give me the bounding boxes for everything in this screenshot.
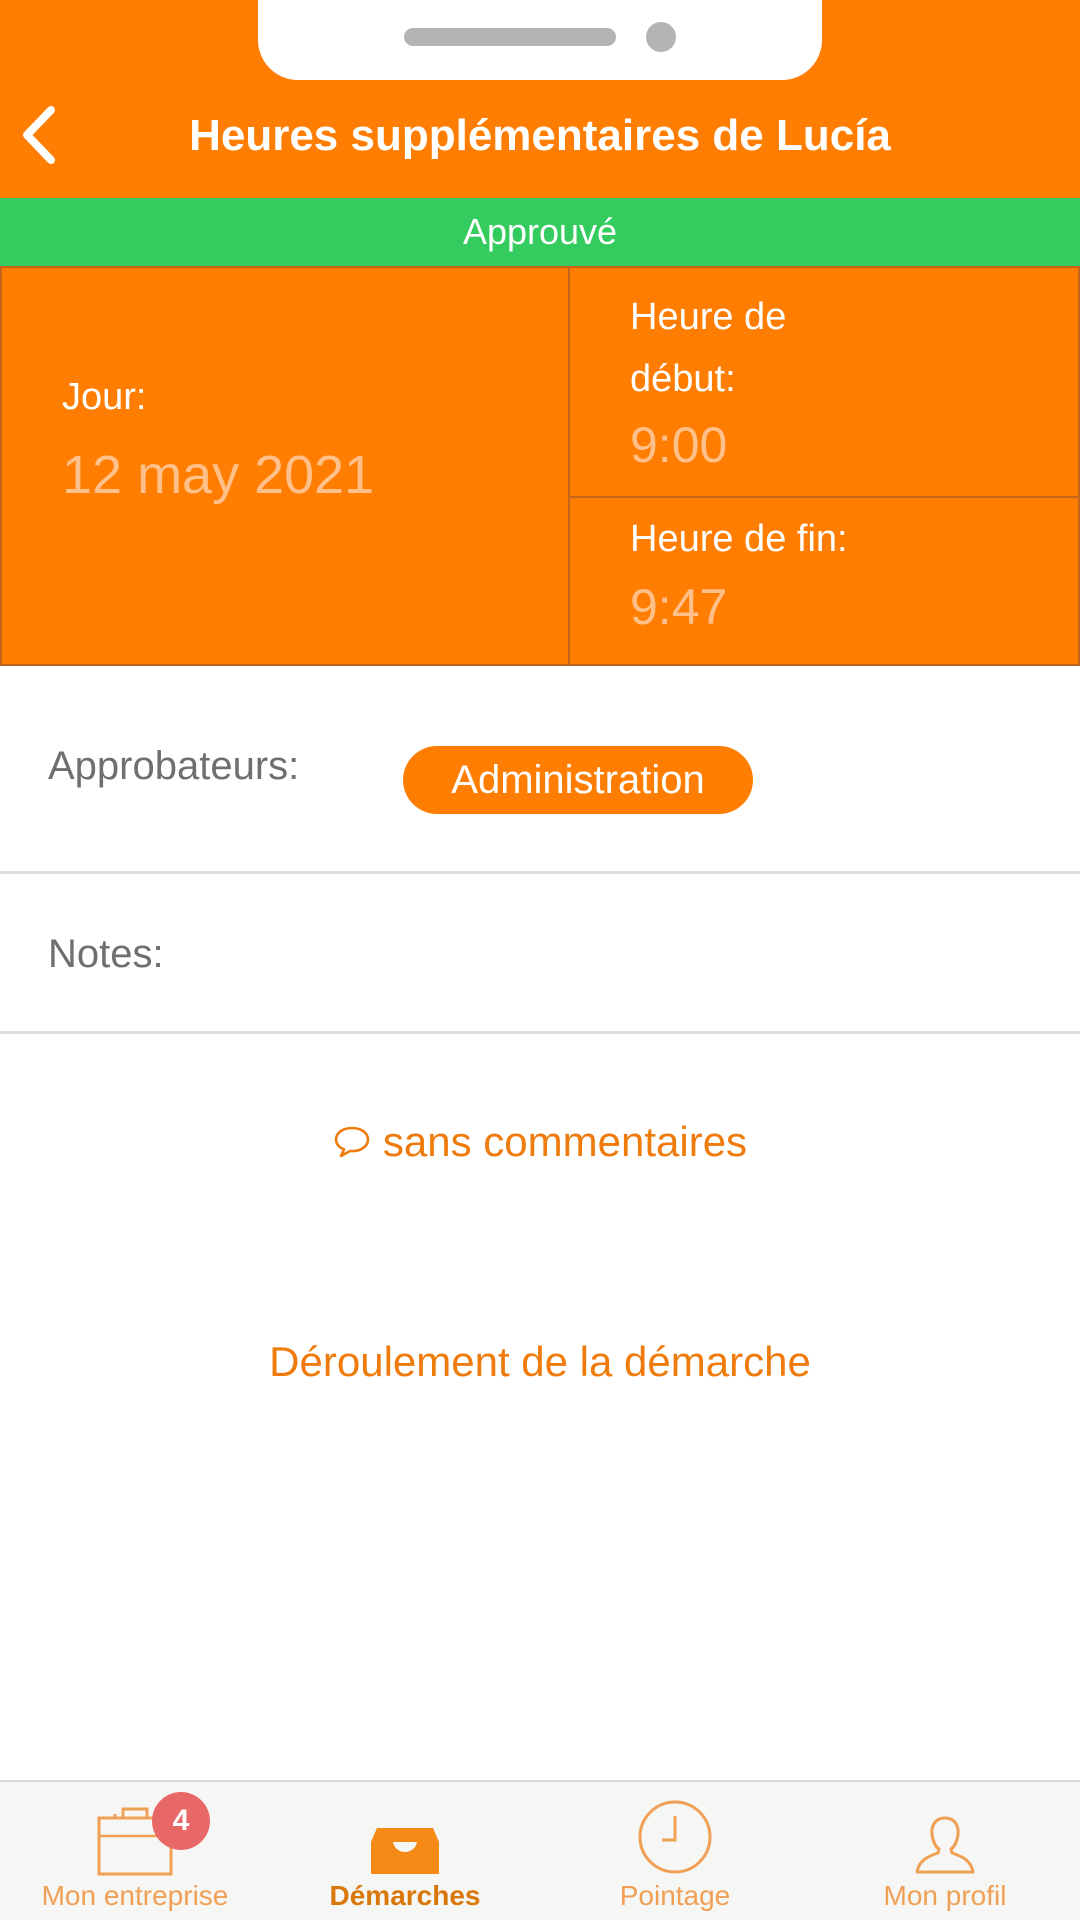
tab-mon-profil[interactable]: Mon profil [810,1782,1080,1920]
tab-label: Pointage [619,1880,731,1911]
comments-link[interactable]: sans commentaires [0,1112,1080,1172]
day-cell: Jour: 12 may 2021 [2,268,570,664]
notes-label: Notes: [48,932,164,976]
request-details: Jour: 12 may 2021 Heure de début: 9:00 H… [0,266,1080,666]
notes-row: Notes: [0,874,1080,1034]
back-button[interactable] [4,100,74,170]
comments-label: sans commentaires [382,1118,748,1165]
approver-chip[interactable]: Administration [403,746,753,814]
approvers-label: Approbateurs: [48,744,300,788]
bottom-tab-bar: 4 Mon entreprise Démarches Pointage Mon … [0,1780,1080,1920]
speech-bubble-icon [333,1125,371,1159]
tab-label: Démarches [329,1880,481,1911]
tab-mon-entreprise[interactable]: 4 Mon entreprise [0,1782,270,1920]
clock-icon [540,1796,810,1876]
end-time-cell: Heure de fin: 9:47 [570,498,1078,664]
process-history-link[interactable]: Déroulement de la démarche [0,1332,1080,1392]
briefcase-icon [0,1796,270,1876]
device-notch [258,0,822,80]
day-label: Jour: [62,376,147,418]
day-value: 12 may 2021 [62,445,375,505]
start-time-cell: Heure de début: 9:00 [570,268,1078,498]
end-time-value: 9:47 [630,579,728,635]
chevron-left-icon [23,106,55,164]
user-icon [810,1796,1080,1876]
start-time-label: Heure de début: [630,296,787,400]
end-time-label: Heure de fin: [630,518,848,560]
tab-demarches[interactable]: Démarches [270,1782,540,1920]
start-time-value: 9:00 [630,417,728,473]
app-screen: Heures supplémentaires de Lucía Approuvé… [0,0,1080,1920]
status-badge: Approuvé [0,198,1080,266]
notch-camera [646,22,676,52]
page-title: Heures supplémentaires de Lucía [189,111,891,160]
tab-label: Mon profil [883,1880,1007,1911]
tab-pointage[interactable]: Pointage [540,1782,810,1920]
notch-speaker [404,28,616,46]
notification-badge: 4 [152,1792,210,1850]
inbox-tray-icon [270,1796,540,1876]
tab-label: Mon entreprise [41,1880,229,1911]
header-bar: Heures supplémentaires de Lucía [0,0,1080,198]
approvers-row: Approbateurs: Administration [0,666,1080,874]
